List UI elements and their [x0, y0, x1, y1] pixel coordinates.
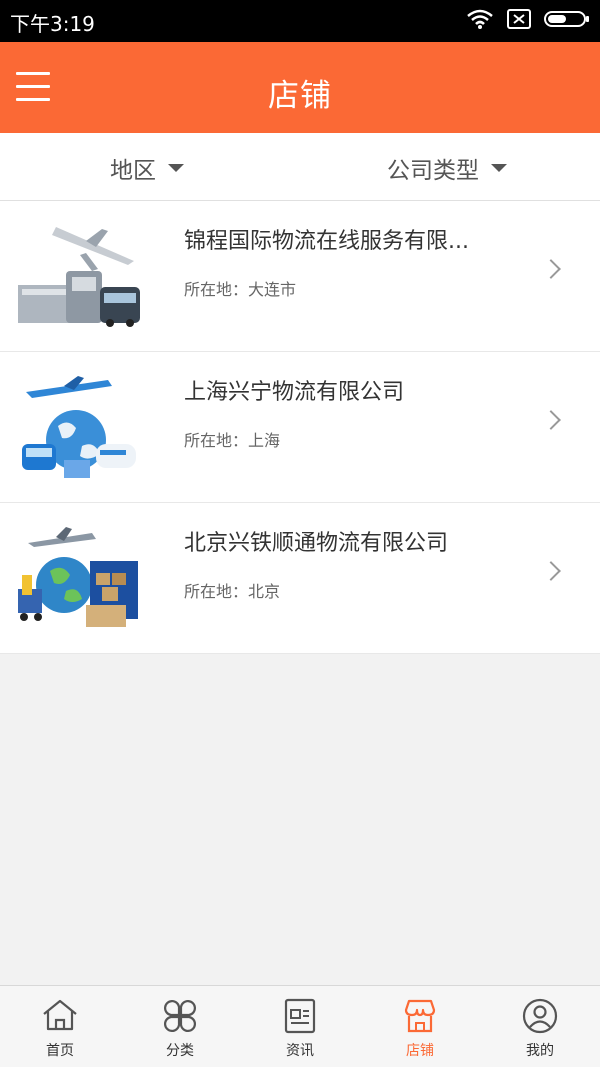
wifi-icon: [467, 9, 493, 29]
news-icon: [284, 998, 316, 1034]
store-list: 锦程国际物流在线服务有限... 所在地：大连市 上海兴宁物流有限公司 所在地：上…: [0, 201, 600, 654]
shop-icon: [404, 999, 436, 1033]
store-name: 锦程国际物流在线服务有限...: [184, 229, 469, 254]
bottom-tab-bar: 首页 分类 资讯 店铺 我的: [0, 985, 600, 1067]
tab-label: 首页: [46, 1043, 74, 1059]
chevron-right-icon: [541, 561, 561, 581]
list-item[interactable]: 北京兴铁顺通物流有限公司 所在地：北京: [0, 503, 600, 654]
category-icon: [164, 1000, 196, 1032]
store-thumbnail: [16, 525, 142, 631]
tab-label: 店铺: [406, 1043, 434, 1059]
store-name: 北京兴铁顺通物流有限公司: [184, 531, 449, 556]
caret-down-icon: [491, 164, 507, 172]
list-item[interactable]: 上海兴宁物流有限公司 所在地：上海: [0, 352, 600, 503]
tab-label: 分类: [166, 1043, 194, 1059]
store-location: 所在地：北京: [184, 582, 281, 601]
store-thumbnail: [16, 223, 142, 329]
sim-missing-icon: [507, 9, 531, 29]
tab-news[interactable]: 资讯: [240, 986, 360, 1067]
user-icon: [522, 998, 558, 1034]
filter-bar: 地区 公司类型: [0, 133, 600, 201]
status-icons: [466, 8, 590, 30]
store-thumbnail: [16, 374, 142, 480]
list-item[interactable]: 锦程国际物流在线服务有限... 所在地：大连市: [0, 201, 600, 352]
tab-me[interactable]: 我的: [480, 986, 600, 1067]
store-name: 上海兴宁物流有限公司: [184, 380, 405, 405]
status-time: 下午3:19: [10, 12, 95, 36]
store-location: 所在地：大连市: [184, 280, 297, 299]
company-type-filter-label: 公司类型: [387, 158, 479, 184]
tab-category[interactable]: 分类: [120, 986, 240, 1067]
chevron-right-icon: [541, 410, 561, 430]
status-bar: 下午3:19: [0, 0, 600, 42]
page-title: 店铺: [268, 78, 332, 114]
store-location: 所在地：上海: [184, 431, 281, 450]
tab-label: 资讯: [286, 1043, 314, 1059]
chevron-right-icon: [541, 259, 561, 279]
region-filter-label: 地区: [110, 158, 156, 184]
battery-icon: [544, 11, 589, 27]
company-type-filter[interactable]: 公司类型: [387, 151, 507, 185]
region-filter[interactable]: 地区: [110, 151, 184, 185]
app-header: 店铺: [0, 42, 600, 133]
home-icon: [43, 999, 77, 1031]
caret-down-icon: [168, 164, 184, 172]
tab-home[interactable]: 首页: [0, 986, 120, 1067]
tab-label: 我的: [526, 1043, 554, 1059]
tab-shop[interactable]: 店铺: [360, 986, 480, 1067]
